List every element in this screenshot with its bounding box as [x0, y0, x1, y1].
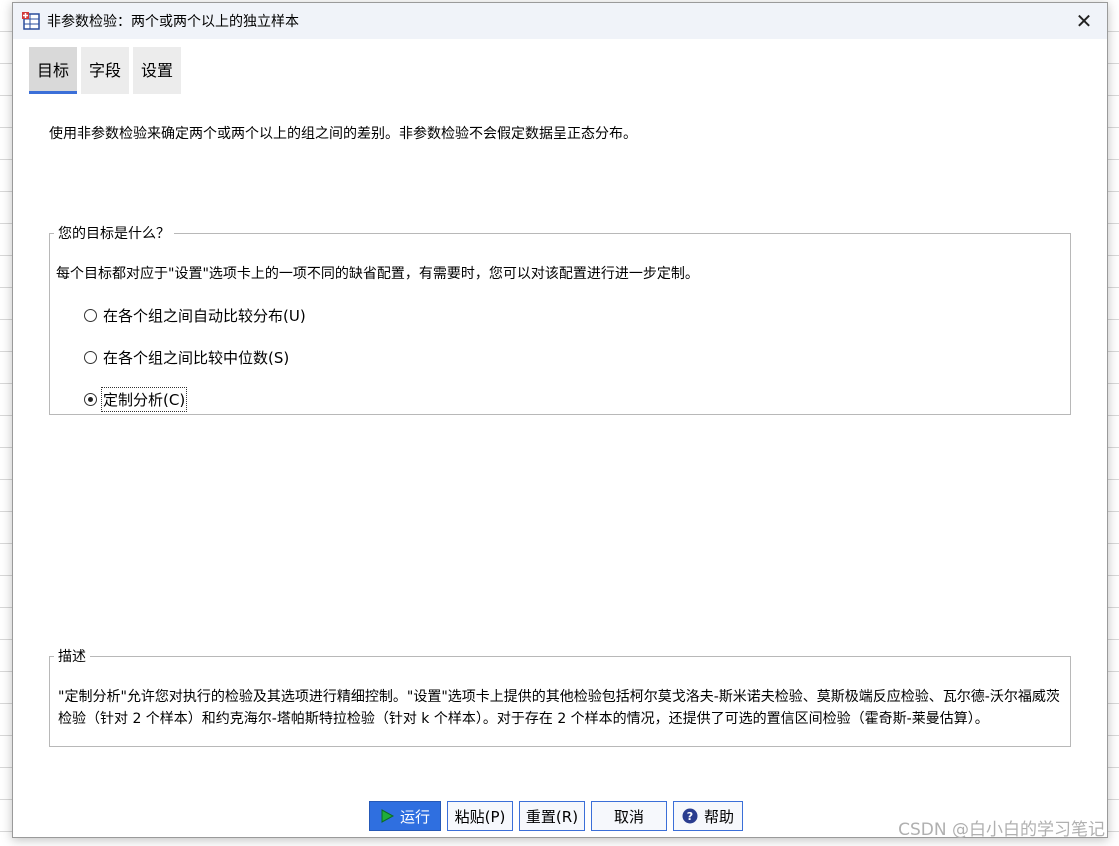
close-icon: ✕: [1075, 9, 1093, 33]
svg-text:?: ?: [687, 810, 693, 823]
tab-goal[interactable]: 目标: [29, 47, 78, 94]
app-table-icon: [21, 11, 41, 31]
description-text: "定制分析"允许您对执行的检验及其选项进行精细控制。"设置"选项卡上提供的其他检…: [58, 689, 1060, 727]
nonparametric-test-dialog: 非参数检验：两个或两个以上的独立样本 ✕ 目标 字段 设置 使用非参数检验来确定…: [12, 2, 1108, 838]
paste-button[interactable]: 粘贴(P): [447, 801, 513, 831]
help-question-icon: ?: [682, 808, 698, 824]
run-button[interactable]: 运行: [369, 801, 441, 831]
radio-button-selected[interactable]: [84, 393, 97, 406]
option-custom-analysis[interactable]: 定制分析(C): [84, 387, 188, 412]
tab-bar: 目标 字段 设置: [29, 47, 182, 94]
title-bar: 非参数检验：两个或两个以上的独立样本 ✕: [13, 3, 1107, 39]
description-group: 描述 "定制分析"允许您对执行的检验及其选项进行精细控制。"设置"选项卡上提供的…: [49, 646, 1071, 747]
option-label: 在各个组之间比较中位数(S): [103, 349, 290, 367]
goal-group: 您的目标是什么？ 每个目标都对应于"设置"选项卡上的一项不同的缺省配置，有需要时…: [49, 223, 1071, 415]
play-icon: [380, 809, 394, 823]
goal-hint: 每个目标都对应于"设置"选项卡上的一项不同的缺省配置，有需要时，您可以对该配置进…: [56, 266, 699, 282]
radio-button[interactable]: [84, 309, 97, 322]
radio-button[interactable]: [84, 351, 97, 364]
reset-button[interactable]: 重置(R): [519, 801, 585, 831]
cancel-button[interactable]: 取消: [591, 801, 667, 831]
goal-legend: 您的目标是什么？: [58, 226, 170, 242]
option-auto-compare-distributions[interactable]: 在各个组之间自动比较分布(U): [84, 305, 306, 326]
option-compare-medians[interactable]: 在各个组之间比较中位数(S): [84, 347, 289, 368]
button-bar: 运行 粘贴(P) 重置(R) 取消 ? 帮助: [369, 801, 743, 831]
window-title: 非参数检验：两个或两个以上的独立样本: [47, 14, 299, 30]
watermark: CSDN @白小白的学习笔记: [898, 820, 1105, 840]
close-button[interactable]: ✕: [1061, 3, 1107, 39]
help-button[interactable]: ? 帮助: [673, 801, 743, 831]
option-label: 在各个组之间自动比较分布(U): [103, 307, 306, 325]
tab-settings[interactable]: 设置: [133, 47, 182, 94]
tab-fields[interactable]: 字段: [81, 47, 130, 94]
description-legend: 描述: [58, 649, 86, 665]
option-label: 定制分析(C): [100, 387, 188, 412]
intro-text: 使用非参数检验来确定两个或两个以上的组之间的差别。非参数检验不会假定数据呈正态分…: [49, 126, 637, 142]
